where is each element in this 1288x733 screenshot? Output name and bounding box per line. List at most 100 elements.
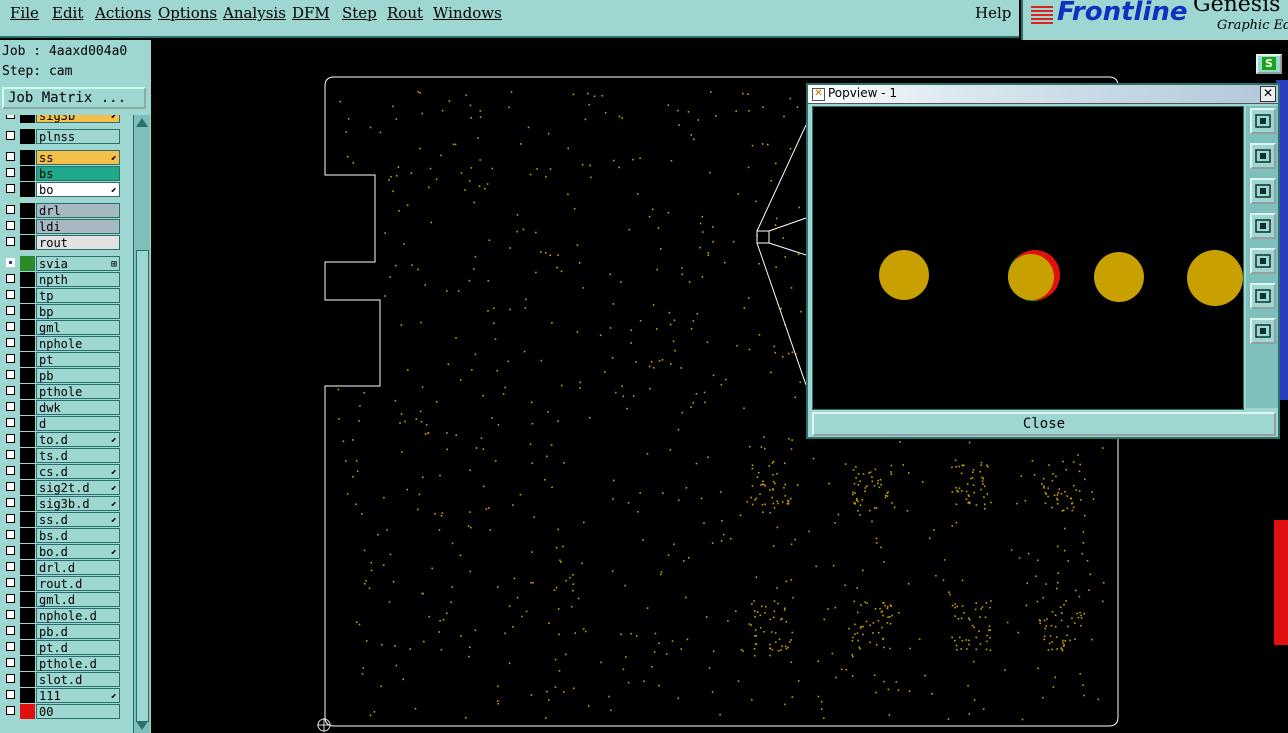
layer-name[interactable]: bs — [36, 166, 120, 181]
layer-checkbox[interactable] — [6, 168, 15, 177]
layer-checkbox[interactable] — [6, 402, 15, 411]
layer-name[interactable]: ldi — [36, 219, 120, 234]
layer-row[interactable]: 00 — [0, 704, 123, 719]
layer-checkbox[interactable] — [6, 610, 15, 619]
menu-actions[interactable]: Actions — [95, 4, 151, 22]
layer-color-swatch[interactable] — [20, 512, 35, 527]
layer-checkbox[interactable] — [6, 322, 15, 331]
layer-checkbox[interactable] — [6, 466, 15, 475]
layer-checkbox[interactable] — [6, 237, 15, 246]
layer-checkbox[interactable] — [6, 221, 15, 230]
layer-row[interactable]: bo ⬋ — [0, 182, 123, 197]
layer-name[interactable]: gml — [36, 320, 120, 335]
layer-color-swatch[interactable] — [20, 416, 35, 431]
layer-checkbox[interactable] — [6, 205, 15, 214]
layer-checkbox[interactable] — [6, 258, 15, 267]
layer-checkbox[interactable] — [6, 386, 15, 395]
layer-color-swatch[interactable] — [20, 384, 35, 399]
layer-color-swatch[interactable] — [20, 150, 35, 165]
layer-color-swatch[interactable] — [20, 528, 35, 543]
layer-row[interactable]: to.d ⬋ — [0, 432, 123, 447]
layer-name[interactable]: nphole.d — [36, 608, 120, 623]
layer-checkbox[interactable] — [6, 338, 15, 347]
layer-row[interactable]: sig3b.d ⬋ — [0, 496, 123, 511]
layer-name[interactable]: bo.d ⬋ — [36, 544, 120, 559]
layer-name[interactable]: slot.d — [36, 672, 120, 687]
popview-close-button[interactable]: Close — [812, 412, 1276, 436]
layer-color-swatch[interactable] — [20, 624, 35, 639]
layer-row[interactable]: ts.d — [0, 448, 123, 463]
s-button[interactable]: S — [1256, 54, 1282, 74]
layer-color-swatch[interactable] — [20, 272, 35, 287]
layer-name[interactable]: sig2t.d ⬋ — [36, 480, 120, 495]
layer-name[interactable]: cs.d ⬋ — [36, 464, 120, 479]
layer-row[interactable]: bo.d ⬋ — [0, 544, 123, 559]
layer-checkbox[interactable] — [6, 578, 15, 587]
layer-row[interactable]: sig2t.d ⬋ — [0, 480, 123, 495]
menu-analysis[interactable]: Analysis — [223, 4, 286, 22]
layer-name[interactable]: npth — [36, 272, 120, 287]
layer-color-swatch[interactable] — [20, 544, 35, 559]
layer-color-swatch[interactable] — [20, 464, 35, 479]
layer-color-swatch[interactable] — [20, 672, 35, 687]
layer-row[interactable]: bs — [0, 166, 123, 181]
layer-color-swatch[interactable] — [20, 304, 35, 319]
layer-row[interactable]: nphole.d — [0, 608, 123, 623]
layer-color-swatch[interactable] — [20, 115, 35, 123]
menu-edit[interactable]: Edit — [52, 4, 83, 22]
layer-name[interactable]: pb — [36, 368, 120, 383]
menu-file[interactable]: File — [10, 4, 39, 22]
layer-row[interactable]: rout.d — [0, 576, 123, 591]
layer-color-swatch[interactable] — [20, 688, 35, 703]
layer-name[interactable]: ss.d ⬋ — [36, 512, 120, 527]
layer-checkbox[interactable] — [6, 498, 15, 507]
layer-name[interactable]: bp — [36, 304, 120, 319]
layer-row[interactable]: pb.d — [0, 624, 123, 639]
popview-viewport[interactable] — [812, 106, 1244, 410]
pan-left-icon[interactable] — [1250, 213, 1276, 239]
menu-options[interactable]: Options — [158, 4, 217, 22]
pan-down-icon[interactable] — [1250, 178, 1276, 204]
menu-help[interactable]: Help — [975, 4, 1011, 22]
scroll-down-icon[interactable] — [136, 721, 148, 730]
layer-row[interactable]: svia ⊞ — [0, 256, 123, 271]
layer-color-swatch[interactable] — [20, 336, 35, 351]
layer-color-swatch[interactable] — [20, 256, 35, 271]
layer-color-swatch[interactable] — [20, 608, 35, 623]
layer-color-swatch[interactable] — [20, 182, 35, 197]
layer-checkbox[interactable] — [6, 482, 15, 491]
layer-color-swatch[interactable] — [20, 480, 35, 495]
layer-name[interactable]: pt — [36, 352, 120, 367]
layer-name[interactable]: sig3b ⬋ — [36, 115, 120, 123]
layer-checkbox[interactable] — [6, 562, 15, 571]
layer-color-swatch[interactable] — [20, 219, 35, 234]
layer-name[interactable]: dwk — [36, 400, 120, 415]
layer-row[interactable]: gml.d — [0, 592, 123, 607]
layer-checkbox[interactable] — [6, 514, 15, 523]
layer-checkbox[interactable] — [6, 674, 15, 683]
layer-checkbox[interactable] — [6, 706, 15, 715]
layer-name[interactable]: tp — [36, 288, 120, 303]
layer-row[interactable]: dwk — [0, 400, 123, 415]
menu-rout[interactable]: Rout — [387, 4, 423, 22]
zoom-home-icon[interactable] — [1250, 283, 1276, 309]
layer-row[interactable]: npth — [0, 272, 123, 287]
layer-color-swatch[interactable] — [20, 400, 35, 415]
layer-color-swatch[interactable] — [20, 129, 35, 144]
close-icon[interactable]: ✕ — [1260, 86, 1276, 102]
layer-name[interactable]: drl — [36, 203, 120, 218]
layer-checkbox[interactable] — [6, 594, 15, 603]
layer-color-swatch[interactable] — [20, 640, 35, 655]
layer-name[interactable]: bo ⬋ — [36, 182, 120, 197]
window-menu-icon[interactable]: ✕ — [812, 88, 825, 101]
zoom-window-icon[interactable] — [1250, 108, 1276, 134]
layer-color-swatch[interactable] — [20, 288, 35, 303]
layer-checkbox[interactable] — [6, 530, 15, 539]
layer-color-swatch[interactable] — [20, 368, 35, 383]
layer-checkbox[interactable] — [6, 354, 15, 363]
layer-name[interactable]: rout.d — [36, 576, 120, 591]
layer-name[interactable]: bs.d — [36, 528, 120, 543]
layer-checkbox[interactable] — [6, 434, 15, 443]
menu-dfm[interactable]: DFM — [292, 4, 330, 22]
layer-row[interactable]: drl.d — [0, 560, 123, 575]
